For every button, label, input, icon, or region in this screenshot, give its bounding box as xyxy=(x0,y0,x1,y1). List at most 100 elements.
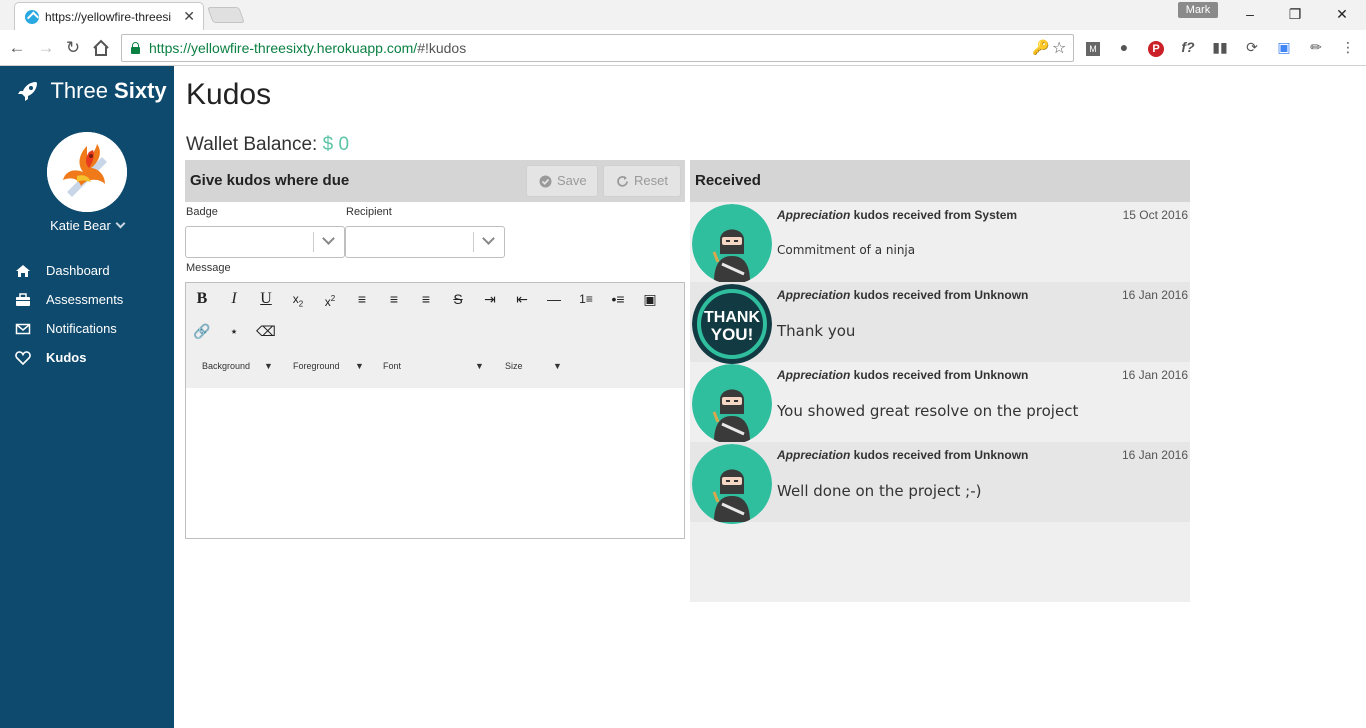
sidebar-item-kudos[interactable]: Kudos xyxy=(0,343,174,372)
brand[interactable]: Three Sixty xyxy=(16,78,167,106)
profile-button[interactable]: Mark xyxy=(1178,2,1218,18)
sidebar-item-assessments[interactable]: Assessments xyxy=(0,285,174,314)
background-select[interactable]: Background ▼ xyxy=(202,361,274,371)
site-favicon-icon xyxy=(25,10,39,24)
received-header: Received xyxy=(690,160,1190,202)
give-kudos-header: Give kudos where due Save Reset xyxy=(185,160,685,202)
ninja-badge-icon xyxy=(692,364,772,444)
envelope-icon xyxy=(15,323,31,335)
home-icon xyxy=(16,265,30,277)
address-bar[interactable]: https://yellowfire-threesixty.herokuapp.… xyxy=(121,34,1074,62)
list-item[interactable]: Appreciation kudos received from Unknown… xyxy=(690,442,1190,524)
reload-icon[interactable]: ↻ xyxy=(62,37,84,59)
wallet-amount: $ 0 xyxy=(322,134,350,155)
heart-icon xyxy=(15,351,31,366)
ordered-list-icon[interactable]: 1≡ xyxy=(574,287,598,311)
message-textarea[interactable] xyxy=(186,388,684,538)
kudo-heading: Appreciation kudos received from Unknown xyxy=(777,368,1029,382)
chevron-down-icon xyxy=(322,232,335,245)
kudo-heading: Appreciation kudos received from Unknown xyxy=(777,288,1029,302)
font-finder-icon[interactable]: f? xyxy=(1179,38,1197,56)
sidebar-item-label: Dashboard xyxy=(46,263,110,278)
give-kudos-title: Give kudos where due xyxy=(190,172,350,189)
forward-icon[interactable]: → xyxy=(35,37,57,59)
horizontal-rule-icon[interactable]: — xyxy=(542,287,566,311)
font-select[interactable]: Font ▼ xyxy=(383,361,484,371)
back-icon[interactable]: ← xyxy=(6,37,28,59)
italic-icon[interactable]: I xyxy=(222,287,246,311)
kudo-date: 15 Oct 2016 xyxy=(1122,208,1188,222)
size-select[interactable]: Size ▼ xyxy=(505,361,565,371)
unordered-list-icon[interactable]: •≡ xyxy=(606,287,630,311)
user-menu[interactable]: Katie Bear xyxy=(0,218,174,233)
pinterest-icon[interactable]: P xyxy=(1147,38,1165,57)
tab-title: https://yellowfire-threesi xyxy=(45,10,172,24)
align-right-icon[interactable]: ≡ xyxy=(414,287,438,311)
key-icon[interactable]: 🔑 xyxy=(1032,39,1049,56)
bookmark-star-icon[interactable]: ☆ xyxy=(1052,38,1066,58)
foreground-select[interactable]: Foreground ▼ xyxy=(293,361,365,371)
badge-select[interactable] xyxy=(185,226,345,258)
minimize-icon[interactable]: – xyxy=(1235,4,1265,24)
restore-icon[interactable]: ❐ xyxy=(1280,4,1310,24)
phoenix-avatar-icon xyxy=(47,132,127,212)
sidebar-item-label: Notifications xyxy=(46,321,117,336)
sidebar-nav: Dashboard Assessments Notifications Kudo… xyxy=(0,256,174,372)
kudo-message: Commitment of a ninja xyxy=(777,243,916,257)
avatar[interactable] xyxy=(47,132,127,212)
briefcase-icon xyxy=(16,293,30,306)
browser-tab[interactable]: https://yellowfire-threesi ✕ xyxy=(14,2,204,30)
extension-blue-icon[interactable]: ▣ xyxy=(1275,38,1293,56)
sync-icon[interactable]: ⟳ xyxy=(1243,38,1261,56)
subscript-icon[interactable]: x2 xyxy=(286,287,310,311)
superscript-icon[interactable]: x2 xyxy=(318,287,342,311)
align-left-icon[interactable]: ≡ xyxy=(350,287,374,311)
close-tab-icon[interactable]: ✕ xyxy=(183,8,195,25)
message-editor: B I U x2 x2 ≡ ≡ ≡ S ⇥ ⇤ — 1≡ •≡ ▣ 🔗 ⋆ ⌫ … xyxy=(185,282,685,539)
chrome-menu-icon[interactable]: ⋮ xyxy=(1339,38,1357,56)
image-icon[interactable]: ▣ xyxy=(638,287,662,311)
lock-icon xyxy=(130,42,140,54)
window-close-icon[interactable]: ✕ xyxy=(1327,4,1357,24)
wallet-balance: Wallet Balance: $ 0 xyxy=(186,134,350,155)
kudo-message: Thank you xyxy=(777,322,856,340)
received-list: Appreciation kudos received from System … xyxy=(690,202,1190,602)
eraser-icon[interactable]: ⌫ xyxy=(254,319,278,343)
brand-name: Three Sixty xyxy=(50,78,167,103)
list-item[interactable]: THANK YOU! Appreciation kudos received fr… xyxy=(690,282,1190,364)
sidebar: Three Sixty Katie Bear Dashboard Assessm… xyxy=(0,66,174,728)
ninja-badge-icon xyxy=(692,444,772,524)
sidebar-item-notifications[interactable]: Notifications xyxy=(0,314,174,343)
thank-you-badge-icon: THANK YOU! xyxy=(692,284,772,364)
sidebar-item-dashboard[interactable]: Dashboard xyxy=(0,256,174,285)
reset-button[interactable]: Reset xyxy=(603,165,681,197)
list-item[interactable]: Appreciation kudos received from System … xyxy=(690,202,1190,284)
list-item[interactable]: Appreciation kudos received from Unknown… xyxy=(690,362,1190,444)
bold-icon[interactable]: B xyxy=(190,287,214,311)
kudo-date: 16 Jan 2016 xyxy=(1121,368,1188,382)
underline-icon[interactable]: U xyxy=(254,287,278,311)
home-button-icon[interactable] xyxy=(90,37,112,59)
align-center-icon[interactable]: ≡ xyxy=(382,287,406,311)
kudo-message: You showed great resolve on the project xyxy=(777,402,1079,420)
kudo-heading: Appreciation kudos received from Unknown xyxy=(777,448,1029,462)
link-icon[interactable]: 🔗 xyxy=(190,319,214,343)
svg-text:THANK: THANK xyxy=(704,309,760,326)
main-content: Kudos Wallet Balance: $ 0 Give kudos whe… xyxy=(174,66,1366,728)
eyedropper-icon[interactable]: ✏ xyxy=(1307,38,1325,56)
url-text: https://yellowfire-threesixty.herokuapp.… xyxy=(149,40,467,56)
save-button[interactable]: Save xyxy=(526,165,598,197)
svg-text:YOU!: YOU! xyxy=(711,325,754,344)
evernote-icon[interactable]: ● xyxy=(1115,38,1133,56)
recipient-select[interactable] xyxy=(345,226,505,258)
reader-icon[interactable]: ▮▮ xyxy=(1211,38,1229,56)
strikethrough-icon[interactable]: S xyxy=(446,287,470,311)
extension-m-icon[interactable]: M xyxy=(1084,38,1102,56)
unlink-icon[interactable]: ⋆ xyxy=(222,319,246,343)
chevron-down-icon xyxy=(115,218,126,229)
new-tab-button[interactable] xyxy=(207,7,245,23)
kudo-date: 16 Jan 2016 xyxy=(1121,288,1188,302)
outdent-icon[interactable]: ⇤ xyxy=(510,287,534,311)
indent-icon[interactable]: ⇥ xyxy=(478,287,502,311)
kudo-message: Well done on the project ;-) xyxy=(777,482,982,500)
